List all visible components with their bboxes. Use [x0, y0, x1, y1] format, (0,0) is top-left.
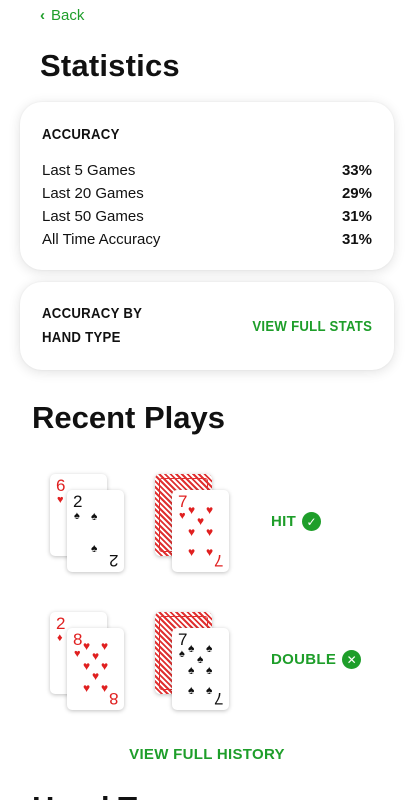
- accuracy-card: ACCURACY Last 5 Games 33% Last 20 Games …: [20, 102, 394, 270]
- accuracy-row-label: Last 20 Games: [42, 185, 144, 202]
- spade-icon: ♠: [206, 641, 213, 655]
- spade-icon: ♠: [188, 683, 195, 697]
- card-rank: 2: [73, 492, 83, 511]
- view-full-history-link[interactable]: VIEW FULL HISTORY: [129, 746, 285, 763]
- spade-icon: ♠: [179, 648, 185, 660]
- heart-icon: ♥: [101, 681, 109, 695]
- chevron-left-icon: ‹: [40, 7, 45, 24]
- card-rank-bottom: 8: [108, 689, 118, 708]
- heart-icon: ♥: [197, 514, 205, 528]
- recent-plays-title: Recent Plays: [32, 400, 225, 435]
- heart-icon: ♥: [57, 494, 64, 506]
- accuracy-row: Last 20 Games 29%: [42, 182, 372, 205]
- accuracy-row-label: Last 5 Games: [42, 162, 136, 179]
- accuracy-row: Last 50 Games 31%: [42, 205, 372, 228]
- heart-icon: ♥: [74, 648, 81, 660]
- heart-icon: ♥: [92, 669, 100, 683]
- back-label: Back: [51, 7, 85, 24]
- player-card: 8 ♥ ♥ ♥ ♥ ♥ ♥ ♥ ♥ ♥ 8: [67, 628, 124, 710]
- heart-icon: ♥: [83, 681, 91, 695]
- hand-type-card[interactable]: ACCURACY BY HAND TYPE VIEW FULL STATS: [20, 282, 394, 370]
- recent-play[interactable]: 2 ♦ 8 ♥ ♥ ♥ ♥ ♥ ♥ ♥ ♥ ♥ 8 7 ♠ ♠ ♠ ♠ ♠ ♠ …: [0, 608, 414, 718]
- dealer-card: 7 ♠ ♠ ♠ ♠ ♠ ♠ ♠ ♠ 7: [172, 628, 229, 710]
- heart-icon: ♥: [179, 510, 186, 522]
- heart-icon: ♥: [188, 545, 196, 559]
- spade-icon: ♠: [74, 510, 80, 522]
- heart-icon: ♥: [83, 659, 91, 673]
- heart-icon: ♥: [188, 503, 196, 517]
- spade-icon: ♠: [91, 541, 98, 555]
- accuracy-row-value: 33%: [341, 162, 372, 179]
- view-full-stats-link[interactable]: VIEW FULL STATS: [252, 318, 372, 335]
- play-result-label: HIT: [271, 513, 297, 530]
- accuracy-header: ACCURACY: [42, 126, 120, 143]
- diamond-icon: ♦: [57, 632, 63, 644]
- card-rank: 2: [56, 614, 66, 633]
- card-rank: 7: [178, 492, 188, 511]
- accuracy-row-value: 31%: [341, 231, 372, 248]
- accuracy-row-label: All Time Accuracy: [42, 231, 161, 248]
- card-rank: 8: [73, 630, 83, 649]
- checkmark-icon: ✓: [302, 512, 322, 531]
- spade-icon: ♠: [206, 663, 213, 677]
- recent-play[interactable]: 6 ♥ 2 ♠ ♠ ♠ 2 7 ♥ ♥ ♥ ♥ ♥ ♥ ♥ ♥ 7 HIT ✓: [0, 470, 414, 580]
- back-button[interactable]: ‹ Back: [40, 7, 84, 24]
- card-rank-bottom: 7: [213, 689, 223, 708]
- card-rank: 6: [56, 476, 66, 495]
- close-icon: ✕: [342, 650, 362, 669]
- hand-types-title: Hand T: [32, 790, 137, 800]
- spade-icon: ♠: [197, 652, 204, 666]
- history-link-row: VIEW FULL HISTORY: [0, 746, 414, 764]
- heart-icon: ♥: [206, 545, 214, 559]
- play-result: HIT ✓: [271, 512, 322, 531]
- play-result: DOUBLE ✕: [271, 650, 362, 669]
- heart-icon: ♥: [206, 503, 214, 517]
- player-card: 2 ♠ ♠ ♠ 2: [67, 490, 124, 572]
- accuracy-row: All Time Accuracy 31%: [42, 228, 372, 251]
- play-result-label: DOUBLE: [271, 651, 337, 668]
- dealer-card: 7 ♥ ♥ ♥ ♥ ♥ ♥ ♥ ♥ 7: [172, 490, 229, 572]
- hand-type-title-line1: ACCURACY BY: [42, 305, 143, 322]
- heart-icon: ♥: [101, 639, 109, 653]
- card-rank: 7: [178, 630, 188, 649]
- page-title: Statistics: [40, 48, 180, 83]
- heart-icon: ♥: [83, 639, 91, 653]
- hand-type-title: ACCURACY BY HAND TYPE: [42, 302, 142, 350]
- accuracy-row-value: 29%: [341, 185, 372, 202]
- spade-icon: ♠: [206, 683, 213, 697]
- heart-icon: ♥: [101, 659, 109, 673]
- heart-icon: ♥: [92, 649, 100, 663]
- accuracy-row-value: 31%: [341, 208, 372, 225]
- hand-type-title-line2: HAND TYPE: [42, 329, 121, 346]
- spade-icon: ♠: [188, 641, 195, 655]
- spade-icon: ♠: [91, 509, 98, 523]
- spade-icon: ♠: [188, 663, 195, 677]
- heart-icon: ♥: [188, 525, 196, 539]
- card-rank-bottom: 2: [108, 551, 118, 570]
- accuracy-row-label: Last 50 Games: [42, 208, 144, 225]
- heart-icon: ♥: [206, 525, 214, 539]
- card-rank-bottom: 7: [213, 551, 223, 570]
- accuracy-row: Last 5 Games 33%: [42, 159, 372, 182]
